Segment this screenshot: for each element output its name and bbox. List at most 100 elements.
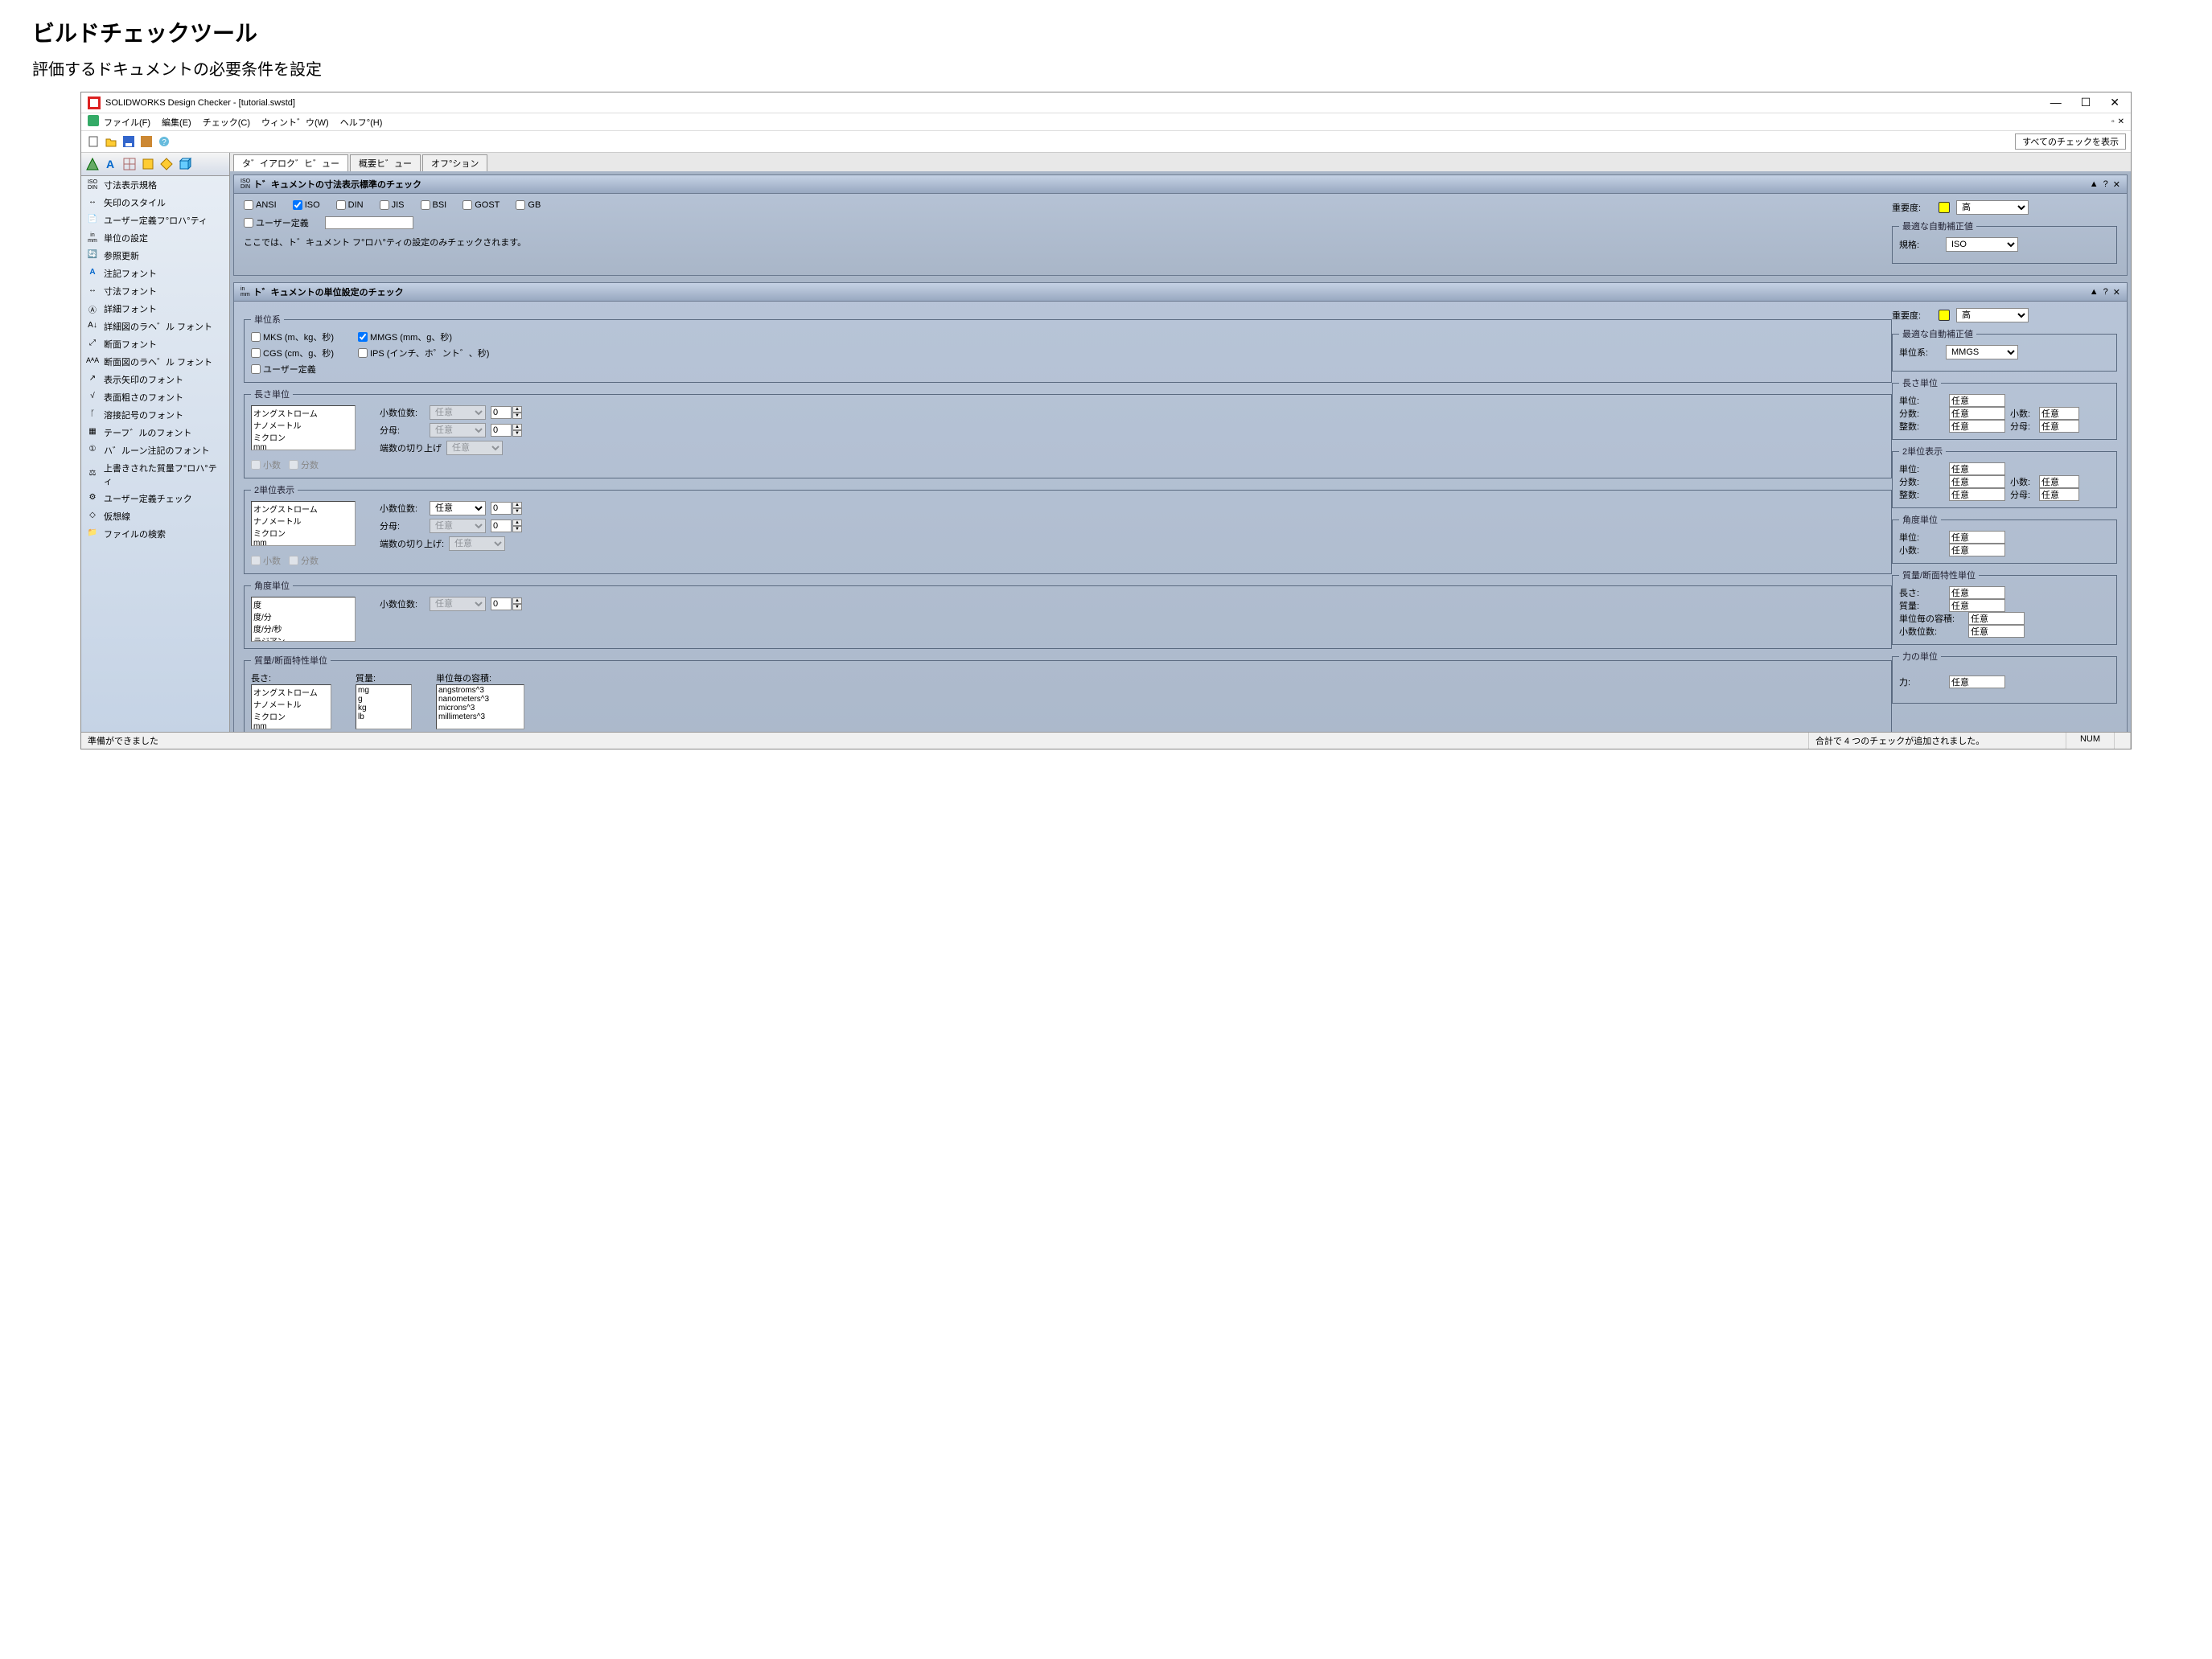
sidebar-item-section-font[interactable]: ⤢断面フォント [81, 335, 229, 353]
mass-vol-listbox[interactable]: angstroms^3nanometers^3microns^3millimet… [436, 684, 524, 729]
sidebar-item-section-label-font[interactable]: AᴬA断面図のラヘ゛ル フォント [81, 353, 229, 371]
sub-close-icon[interactable]: ✕ [2118, 117, 2124, 126]
chk-gost[interactable]: GOST [463, 200, 500, 210]
menu-file[interactable]: ファイル(F) [104, 116, 150, 129]
r-frac-input[interactable] [1949, 407, 2005, 420]
chk-mmgs[interactable]: MMGS (mm、g、秒) [358, 331, 489, 343]
sidebar-item-note-font[interactable]: A注記フォント [81, 265, 229, 282]
sidebar-item-detail-font[interactable]: Ⓐ詳細フォント [81, 300, 229, 318]
sidebar-item-surface-font[interactable]: √表面粗さのフォント [81, 388, 229, 406]
chk-userdef[interactable]: ユーザー定義 [244, 216, 309, 229]
tool-diamond-icon[interactable] [158, 156, 175, 172]
doc-icon [88, 115, 99, 129]
r-int-input[interactable] [1949, 420, 2005, 433]
close-button[interactable]: ✕ [2105, 96, 2124, 109]
std-select[interactable]: ISO [1946, 237, 2018, 252]
sidebar-item-file-search[interactable]: 📁ファイルの検索 [81, 525, 229, 543]
chk-mks[interactable]: MKS (m、kg、秒) [251, 331, 334, 343]
length-listbox[interactable]: オングストローム ナノメートル ミクロン mm [251, 405, 356, 450]
save-icon[interactable] [121, 134, 136, 149]
angle-spinner[interactable]: ▲▼ [491, 597, 522, 610]
r-mass-input[interactable] [1949, 599, 2005, 612]
chk-jis[interactable]: JIS [380, 200, 405, 210]
importance-select[interactable]: 高 [1956, 308, 2029, 322]
tab-dialog[interactable]: タ゛イアロク゛ヒ゛ュー [233, 154, 348, 171]
r-dec-input[interactable] [2039, 475, 2079, 488]
sidebar-item-detail-label-font[interactable]: A↓詳細図のラヘ゛ル フォント [81, 318, 229, 335]
new-icon[interactable] [86, 134, 101, 149]
show-all-checks[interactable]: すべてのチェックを表示 [2015, 133, 2126, 150]
mass-mass-listbox[interactable]: mggkglb [356, 684, 412, 729]
sub-restore-icon[interactable]: ▫ [2111, 117, 2115, 126]
dual-dec-spinner[interactable]: ▲▼ [491, 502, 522, 515]
panel-help-icon[interactable]: ? [2103, 179, 2108, 190]
r-int-input[interactable] [1949, 488, 2005, 501]
r-unit-input[interactable] [1949, 462, 2005, 475]
sidebar-item-dim-font[interactable]: ↔寸法フォント [81, 282, 229, 300]
sidebar-item-arrow-style[interactable]: ↔矢印のスタイル [81, 194, 229, 211]
tool-grid-icon[interactable] [121, 156, 138, 172]
menu-check[interactable]: チェック(C) [203, 116, 250, 129]
r-dec-input[interactable] [2039, 407, 2079, 420]
tool-box-icon[interactable] [140, 156, 156, 172]
chk-gb[interactable]: GB [516, 200, 541, 210]
r-dec-input[interactable] [1968, 625, 2025, 638]
import-icon[interactable] [139, 134, 154, 149]
r-den-input[interactable] [2039, 420, 2079, 433]
r-unit-input[interactable] [1949, 394, 2005, 407]
collapse-icon[interactable]: ▲ [2090, 287, 2099, 298]
tool-font-icon[interactable]: A [103, 156, 119, 172]
mass-len-listbox[interactable]: オングストロームナノメートルミクロンmm [251, 684, 331, 729]
tool-cube-icon[interactable] [177, 156, 193, 172]
dual-frac-spinner[interactable]: ▲▼ [491, 519, 522, 532]
tab-summary[interactable]: 概要ヒ゛ュー [350, 154, 421, 171]
panel-close-icon[interactable]: ✕ [2113, 179, 2120, 190]
r-dec-input[interactable] [1949, 544, 2005, 556]
collapse-icon[interactable]: ▲ [2090, 179, 2099, 190]
chk-iso[interactable]: ISO [293, 200, 320, 210]
r-unit-input[interactable] [1949, 531, 2005, 544]
sidebar-item-mass-override[interactable]: ⚖上書きされた質量フ°ロハ°ティ [81, 459, 229, 490]
r-len-input[interactable] [1949, 586, 2005, 599]
sidebar-item-balloon-font[interactable]: ①ハ゛ルーン注記のフォント [81, 441, 229, 459]
panel-close-icon[interactable]: ✕ [2113, 287, 2120, 298]
chk-bsi[interactable]: BSI [421, 200, 447, 210]
minimize-button[interactable]: — [2045, 96, 2066, 109]
r-vol-label: 単位毎の容積: [1899, 612, 1963, 625]
sidebar-item-weld-font[interactable]: ᚴ溶接記号のフォント [81, 406, 229, 424]
chk-ips[interactable]: IPS (インチ、ホ゜ント゛、秒) [358, 347, 489, 359]
chk-din[interactable]: DIN [336, 200, 364, 210]
sidebar-item-user-check[interactable]: ⚙ユーザー定義チェック [81, 490, 229, 507]
panel-help-icon[interactable]: ? [2103, 287, 2108, 298]
r-vol-input[interactable] [1968, 612, 2025, 625]
chk-ansi[interactable]: ANSI [244, 200, 277, 210]
menu-edit[interactable]: 編集(E) [162, 116, 191, 129]
sidebar-item-view-arrow-font[interactable]: ↗表示矢印のフォント [81, 371, 229, 388]
r-force-input[interactable] [1949, 676, 2005, 688]
angle-listbox[interactable]: 度 度/分 度/分/秒 ラジアン [251, 597, 356, 642]
userdef-input[interactable] [325, 216, 413, 229]
maximize-button[interactable]: ☐ [2076, 96, 2096, 109]
sidebar-item-units[interactable]: inmm単位の設定 [81, 229, 229, 247]
open-icon[interactable] [104, 134, 118, 149]
tool-triangle-icon[interactable] [84, 156, 101, 172]
r-den-input[interactable] [2039, 488, 2079, 501]
sidebar-item-phantom[interactable]: ◇仮想線 [81, 507, 229, 525]
sidebar-item-dim-std[interactable]: ISODIN寸法表示規格 [81, 176, 229, 194]
dual-dec-select[interactable]: 任意 [430, 501, 486, 515]
menu-window[interactable]: ウィント゛ウ(W) [261, 116, 329, 129]
importance-select[interactable]: 高 [1956, 200, 2029, 215]
frac-spinner[interactable]: ▲▼ [491, 424, 522, 437]
sidebar-item-user-prop[interactable]: 📄ユーザー定義フ°ロハ°ティ [81, 211, 229, 229]
dual-listbox[interactable]: オングストローム ナノメートル ミクロン mm [251, 501, 356, 546]
sidebar-item-ref-update[interactable]: 🔄参照更新 [81, 247, 229, 265]
chk-userdef2[interactable]: ユーザー定義 [251, 363, 334, 376]
r-frac-input[interactable] [1949, 475, 2005, 488]
menu-help[interactable]: ヘルフ°(H) [340, 116, 383, 129]
tab-options[interactable]: オフ°ション [422, 154, 487, 171]
sidebar-item-table-font[interactable]: ▦テーフ゛ルのフォント [81, 424, 229, 441]
help-icon[interactable]: ? [157, 134, 171, 149]
chk-cgs[interactable]: CGS (cm、g、秒) [251, 347, 334, 359]
sys-select[interactable]: MMGS [1946, 345, 2018, 359]
dec-spinner[interactable]: ▲▼ [491, 406, 522, 419]
